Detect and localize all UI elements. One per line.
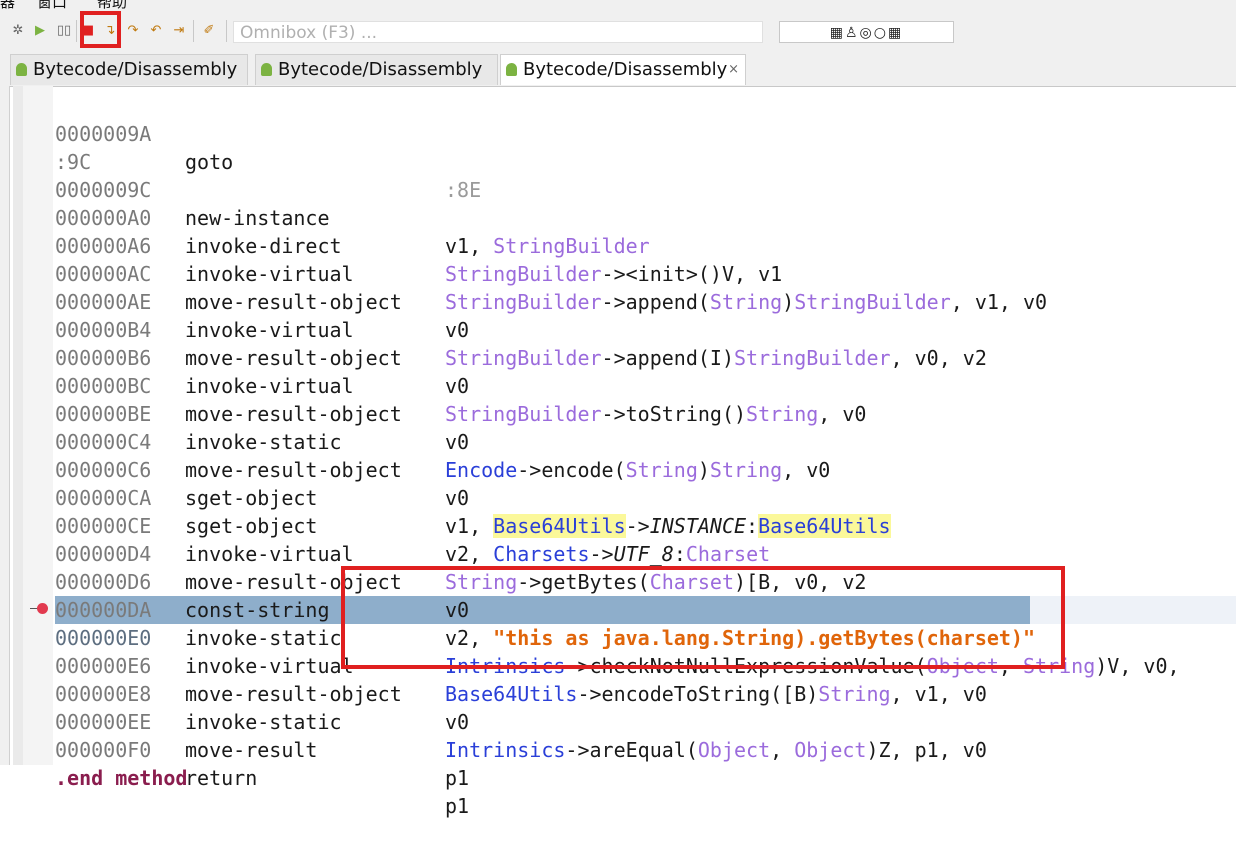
opcode: return <box>185 766 258 790</box>
android-icon <box>506 63 517 76</box>
step-out-icon[interactable]: ↶ <box>147 22 165 40</box>
code-line[interactable]: 000000A0 invoke-direct StringBuilder-><i… <box>0 176 1236 286</box>
toolbar: ✲ ▶ ▯▯ ■ ↴ ↷ ↶ ⇥ ✐ Omnibox (F3) ... ▦♙◎○… <box>0 12 1236 53</box>
code-line[interactable]: 000000CA sget-object v2, Charsets->UTF_8… <box>0 456 1236 566</box>
toolbar-separator <box>193 20 194 42</box>
wand-icon[interactable]: ✐ <box>200 22 218 40</box>
code-line[interactable]: 000000EE move-result p1 <box>0 680 1236 790</box>
annotation-box-code <box>341 566 1065 669</box>
step-over-icon[interactable]: ↷ <box>124 22 142 40</box>
toolbar-separator <box>76 20 77 42</box>
code-line[interactable]: 000000C6 sget-object v1, Base64Utils->IN… <box>0 428 1236 538</box>
tab-bytecode-1[interactable]: Bytecode/Disassembly <box>10 54 248 85</box>
tab-label: Bytecode/Disassembly <box>33 59 238 80</box>
omnibox-input[interactable]: Omnibox (F3) ... <box>233 21 763 43</box>
menu-item-1[interactable]: 器 <box>0 0 15 12</box>
code-line[interactable]: 0000009A goto :8E <box>0 92 1236 202</box>
code-line[interactable]: 000000B4 move-result-object v0 <box>0 288 1236 398</box>
code-line[interactable]: 000000D4 move-result-object v0 <box>0 512 1236 622</box>
tab-bytecode-3[interactable]: Bytecode/Disassembly × <box>500 54 746 85</box>
code-line[interactable]: 000000C4 move-result-object v0 <box>0 400 1236 510</box>
end-method-directive: .end method <box>55 766 188 790</box>
android-icon <box>261 63 272 76</box>
android-icon <box>16 63 27 76</box>
code-line[interactable]: 000000A6 invoke-virtual StringBuilder->a… <box>0 204 1236 314</box>
menu-bar: 器 窗口 帮助 <box>0 0 1236 12</box>
mode-icons-box[interactable]: ▦♙◎○▦ <box>779 21 954 43</box>
code-line[interactable]: 000000B6 invoke-virtual StringBuilder->t… <box>0 316 1236 426</box>
code-line[interactable]: 000000AE invoke-virtual StringBuilder->a… <box>0 260 1236 370</box>
code-label-line[interactable]: :9C <box>0 120 1236 174</box>
pause-icon[interactable]: ▯▯ <box>55 22 73 40</box>
tab-bytecode-2[interactable]: Bytecode/Disassembly <box>255 54 498 85</box>
code-line[interactable]: 000000F0 return p1 <box>0 708 1236 818</box>
code-line[interactable]: 000000D6 const-string v2, "this as java.… <box>0 540 1236 650</box>
operands: p1 <box>445 794 470 818</box>
code-line[interactable]: 000000CE invoke-virtual String->getBytes… <box>0 484 1236 594</box>
code-line[interactable]: 000000AC move-result-object v0 <box>0 232 1236 342</box>
tab-label: Bytecode/Disassembly <box>278 59 483 80</box>
annotation-box-toolbar <box>80 11 121 48</box>
menu-item-window[interactable]: 窗口 <box>37 0 67 12</box>
end-method-line[interactable]: .end method <box>0 736 1236 790</box>
code-line[interactable]: 0000009C new-instance v1, StringBuilder <box>0 148 1236 258</box>
toolbar-separator <box>226 20 227 42</box>
close-icon[interactable]: × <box>728 55 739 85</box>
settings-icon[interactable]: ✲ <box>9 22 27 40</box>
tab-bar: Bytecode/Disassembly Bytecode/Disassembl… <box>0 52 1236 87</box>
operands: p1 <box>445 766 470 790</box>
run-icon[interactable]: ▶ <box>31 22 49 40</box>
code-line[interactable]: 000000BC move-result-object v0 <box>0 344 1236 454</box>
run-to-line-icon[interactable]: ⇥ <box>170 22 188 40</box>
code-line[interactable]: 000000BE invoke-static Encode->encode(St… <box>0 372 1236 482</box>
tab-label: Bytecode/Disassembly <box>523 59 728 80</box>
